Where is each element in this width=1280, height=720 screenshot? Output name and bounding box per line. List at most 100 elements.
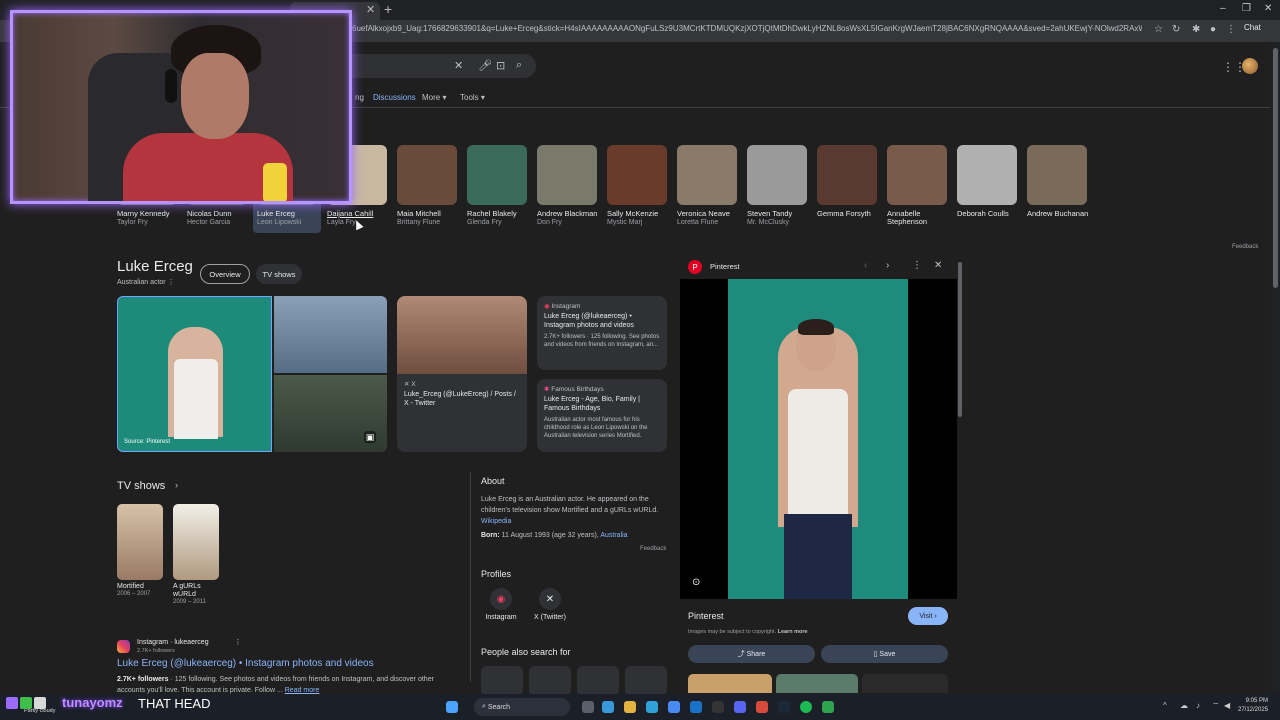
cast-name: Andrew Blackman (537, 209, 598, 218)
instagram-card[interactable]: ◉ Instagram Luke Erceg (@lukeaerceg) • I… (537, 296, 667, 370)
reload-icon[interactable]: ↻ (1172, 24, 1180, 35)
read-more-link[interactable]: Read more (285, 687, 320, 694)
save-button[interactable]: ▯ Save (821, 645, 948, 663)
lens-icon[interactable]: ⊡ (496, 59, 505, 72)
instagram-card-source: ◉ Instagram (544, 302, 660, 310)
info-icon[interactable]: ⋮ (168, 279, 175, 286)
cast-member[interactable]: Gemma Forsyth (817, 145, 879, 218)
cast-member[interactable]: Andrew Buchanan (1027, 145, 1089, 218)
more-options-icon[interactable]: ⋮ (912, 260, 922, 271)
volume-icon[interactable]: ◀ (1224, 701, 1230, 710)
new-tab-icon[interactable]: + (384, 1, 392, 17)
menu-icon[interactable]: ⋮ (1226, 24, 1236, 35)
app-icon[interactable] (822, 701, 834, 713)
nav-item-discussions[interactable]: Discussions (373, 93, 416, 102)
close-tab-icon[interactable]: ✕ (366, 3, 375, 16)
task-view-icon[interactable] (582, 701, 594, 713)
chevron-right-icon[interactable]: › (175, 480, 178, 490)
viewer-scrollbar[interactable] (958, 262, 962, 417)
start-icon[interactable] (446, 701, 458, 713)
outlook-icon[interactable] (690, 701, 702, 713)
widgets-icon[interactable] (602, 701, 614, 713)
related-image[interactable] (776, 674, 858, 693)
chat-username: tunayomz (62, 695, 123, 710)
avatar[interactable] (1242, 58, 1258, 74)
feedback-link[interactable]: Feedback (1232, 244, 1258, 250)
app-icon[interactable] (712, 701, 724, 713)
cast-member[interactable]: Veronica Neave Loretta Flune (677, 145, 739, 227)
wifi-icon[interactable]: ⌔ (1212, 701, 1220, 711)
viewer-site-name[interactable]: Pinterest (710, 262, 740, 271)
x-card[interactable]: ✕ X Luke_Erceg (@LukeErceg) / Posts / X … (397, 296, 527, 452)
related-person[interactable] (577, 666, 619, 696)
edge-icon[interactable] (646, 701, 658, 713)
profile-x[interactable]: ✕ X (Twitter) (528, 588, 572, 621)
image-thumbnail[interactable] (274, 296, 387, 373)
x-card-title: Luke_Erceg (@LukeErceg) / Posts / X - Tw… (404, 391, 516, 407)
file-explorer-icon[interactable] (624, 701, 636, 713)
famous-birthdays-card[interactable]: ✱ Famous Birthdays Luke Erceg - Age, Bio… (537, 379, 667, 452)
discord-icon[interactable] (734, 701, 746, 713)
clock[interactable]: 9:05 PM 27/12/2025 (1238, 697, 1268, 715)
cast-member[interactable]: Annabelle Stephenson (887, 145, 949, 226)
spotify-icon[interactable] (800, 701, 812, 713)
tray-app-icon[interactable]: ☁ (1180, 701, 1188, 710)
wikipedia-link[interactable]: Wikipedia (481, 518, 511, 525)
visit-button[interactable]: Visit › (908, 607, 948, 625)
tray-chevron-icon[interactable]: ^ (1163, 701, 1167, 710)
cast-member[interactable]: Rachel Blakely Glenda Fry (467, 145, 529, 227)
nav-item-more[interactable]: More ▾ (422, 93, 446, 102)
tv-show-card[interactable]: Mortified 2006 – 2007 (117, 504, 167, 597)
url-field[interactable]: 6uefAlkxojxb9_Uag:1766829633901&q=Luke+E… (352, 24, 1142, 38)
born-place-link[interactable]: Australia (600, 532, 627, 539)
prev-arrow-icon[interactable]: ‹ (864, 260, 867, 271)
maximize-icon[interactable]: ❐ (1242, 3, 1251, 14)
mic-icon[interactable]: 🎤︎ (478, 59, 492, 72)
cast-member[interactable]: Andrew Blackman Don Fry (537, 145, 599, 227)
tab-overview[interactable]: Overview (200, 264, 250, 284)
cast-name: Andrew Buchanan (1027, 209, 1089, 218)
tab-tv-shows[interactable]: TV shows (256, 264, 302, 284)
minimize-icon[interactable]: – (1220, 3, 1226, 14)
share-button[interactable]: ⤴ Share (688, 645, 815, 663)
next-arrow-icon[interactable]: › (886, 260, 889, 271)
related-image[interactable] (688, 674, 772, 693)
related-person[interactable] (481, 666, 523, 696)
nav-item-tools[interactable]: Tools ▾ (460, 93, 485, 102)
lens-search-icon[interactable]: ⊙ (692, 577, 700, 588)
search-icon[interactable]: ⌕ (516, 59, 522, 72)
extensions-icon[interactable]: ✱ (1192, 24, 1200, 35)
x-card-source-label: X (411, 381, 416, 388)
related-person[interactable] (529, 666, 571, 696)
chat-button[interactable]: Chat (1244, 23, 1261, 32)
main-image[interactable]: Source: Pinterest (117, 296, 272, 452)
related-person[interactable] (625, 666, 667, 696)
clear-icon[interactable]: ✕ (454, 59, 463, 72)
taskbar-search[interactable]: ⌕ Search (474, 698, 570, 716)
close-icon[interactable]: ✕ (934, 260, 942, 271)
nav-item-partial[interactable]: ng (355, 93, 364, 102)
viewer-image[interactable]: ⊙ (680, 279, 957, 599)
related-image[interactable] (862, 674, 948, 693)
steam-icon[interactable] (778, 701, 790, 713)
profile-instagram[interactable]: ◉ Instagram (479, 588, 523, 621)
window-close-icon[interactable]: ✕ (1264, 3, 1272, 14)
more-images-icon[interactable]: ▣ (364, 431, 376, 443)
tv-show-card[interactable]: A gURLs wURLd 2009 – 2011 (173, 504, 223, 605)
page-scrollbar[interactable] (1273, 48, 1278, 288)
tray-mic-icon[interactable]: ♪ (1196, 701, 1200, 710)
tv-shows-heading[interactable]: TV shows (117, 480, 165, 492)
cast-member[interactable]: Steven Tandy Mr. McClusky (747, 145, 809, 227)
cast-member[interactable]: Maia Mitchell Brittany Flune (397, 145, 459, 227)
cast-member[interactable]: Sally McKenzie Mystic Marj (607, 145, 669, 227)
cast-member[interactable]: Deborah Coulls (957, 145, 1019, 218)
profile-icon[interactable]: ● (1210, 24, 1216, 35)
search-input[interactable]: ✕ 🎤︎ ⊡ ⌕ (330, 54, 536, 78)
learn-more-link[interactable]: Learn more (778, 629, 808, 635)
bookmark-star-icon[interactable]: ☆ (1154, 24, 1163, 35)
result-title-link[interactable]: Luke Erceg (@lukeaerceg) • Instagram pho… (117, 658, 374, 669)
more-options-icon[interactable]: ⋮ (235, 639, 242, 646)
app-icon[interactable] (756, 701, 768, 713)
feedback-link[interactable]: Feedback (640, 546, 666, 552)
chrome-icon[interactable] (668, 701, 680, 713)
